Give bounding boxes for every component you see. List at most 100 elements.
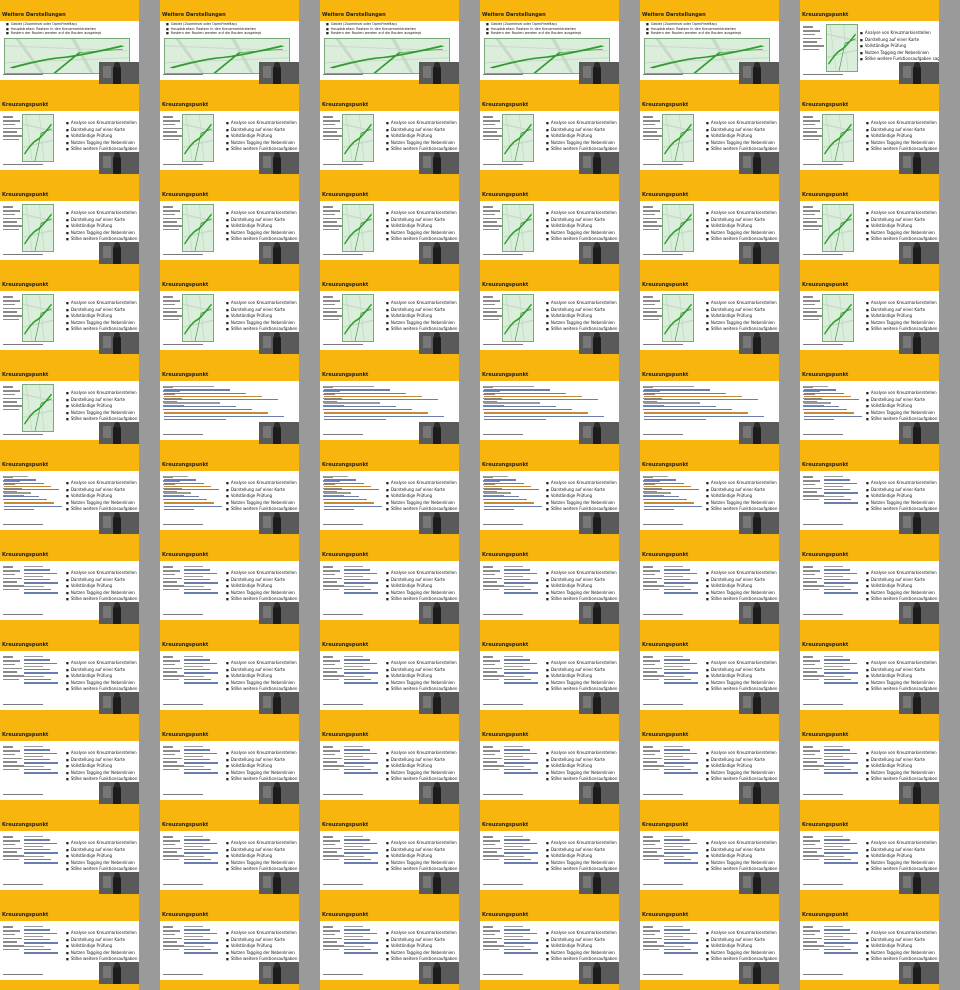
thumbnail[interactable]: Kreuzungspunkt Analyse von Kreuzmarkierst…: [0, 720, 139, 810]
thumbnail[interactable]: Kreuzungspunkt Analyse von Kreuzmarkierst…: [0, 90, 139, 180]
background-object: [903, 66, 911, 78]
thumbnail[interactable]: Kreuzungspunkt Analyse von Kreuzmarkierst…: [640, 540, 779, 630]
thumbnail[interactable]: Kreuzungspunkt Analyse von Kreuzmarkierst…: [640, 630, 779, 720]
thumbnail[interactable]: Kreuzungspunkt Analyse von Kreuzmarkierst…: [320, 180, 459, 270]
sidebar-notes: [323, 654, 345, 683]
thumbnail[interactable]: Kreuzungspunkt Analyse von Kreuzmarkierst…: [480, 90, 619, 180]
thumbnail[interactable]: Kreuzungspunkt Analyse von Kreuzmarkierst…: [160, 540, 299, 630]
thumbnail[interactable]: Kreuzungspunkt Analyse von Kreuzmarkierst…: [0, 180, 139, 270]
thumbnail[interactable]: Kreuzungspunkt: [160, 360, 299, 450]
thumbnail[interactable]: Weitere Darstellungen Gebiet (Zoomlevel o…: [480, 0, 619, 90]
thumbnail[interactable]: Kreuzungspunkt Analyse von Kreuzmarkierst…: [160, 900, 299, 990]
thumbnail[interactable]: Kreuzungspunkt Analyse von Kreuzmarkierst…: [480, 540, 619, 630]
thumbnail[interactable]: Kreuzungspunkt Analyse von Kreuzmarkierst…: [640, 450, 779, 540]
thumbnail[interactable]: Kreuzungspunkt Analyse von Kreuzmarkierst…: [160, 90, 299, 180]
thumbnail[interactable]: Kreuzungspunkt Analyse von Kreuzmarkierst…: [480, 900, 619, 990]
thumbnail[interactable]: Weitere Darstellungen Gebiet (Zoomlevel o…: [0, 0, 139, 90]
thumbnail[interactable]: Kreuzungspunkt Analyse von Kreuzmarkierst…: [800, 720, 939, 810]
bullet-item: Vollständige Prüfung: [706, 673, 779, 680]
thumbnail[interactable]: Kreuzungspunkt Analyse von Kreuzmarkierst…: [0, 360, 139, 450]
thumbnail[interactable]: Kreuzungspunkt Analyse von Kreuzmarkierst…: [800, 450, 939, 540]
thumbnail[interactable]: Kreuzungspunkt Analyse von Kreuzmarkierst…: [320, 900, 459, 990]
thumbnail[interactable]: Kreuzungspunkt Analyse von Kreuzmarkierst…: [160, 180, 299, 270]
bullet-item: Darstellung auf einer Karte: [546, 487, 619, 494]
bullet-item: Darstellung auf einer Karte: [66, 487, 139, 494]
thumbnail[interactable]: Kreuzungspunkt Analyse von Kreuzmarkierst…: [800, 270, 939, 360]
thumbnail[interactable]: Kreuzungspunkt Analyse von Kreuzmarkierst…: [320, 720, 459, 810]
thumbnail[interactable]: Kreuzungspunkt Analyse von Kreuzmarkierst…: [640, 720, 779, 810]
thumbnail[interactable]: Kreuzungspunkt Analyse von Kreuzmarkierst…: [160, 720, 299, 810]
thumbnail[interactable]: Kreuzungspunkt Analyse von Kreuzmarkierst…: [640, 900, 779, 990]
thumbnail[interactable]: Kreuzungspunkt Analyse von Kreuzmarkierst…: [0, 540, 139, 630]
speaker-camera: [99, 782, 139, 804]
column-separator: [139, 0, 160, 990]
thumbnail[interactable]: Kreuzungspunkt Analyse von Kreuzmarkierst…: [0, 450, 139, 540]
thumbnail[interactable]: Kreuzungspunkt Analyse von Kreuzmarkierst…: [0, 900, 139, 990]
bullet-item: Darstellung auf einer Karte: [866, 127, 939, 134]
bullet-item: Nutzen Tagging der Nebenlinien: [386, 590, 459, 597]
thumbnail[interactable]: Kreuzungspunkt Analyse von Kreuzmarkierst…: [480, 810, 619, 900]
thumbnail[interactable]: Kreuzungspunkt Analyse von Kreuzmarkierst…: [160, 270, 299, 360]
bullet-item: Darstellung auf einer Karte: [706, 937, 779, 944]
thumbnail[interactable]: Weitere Darstellungen Gebiet (Zoomlevel o…: [640, 0, 779, 90]
sidebar-notes: [163, 924, 185, 953]
column-separator: [779, 0, 800, 990]
thumbnail[interactable]: Kreuzungspunkt Analyse von Kreuzmarkierst…: [480, 270, 619, 360]
thumbnail[interactable]: Weitere Darstellungen Gebiet (Zoomlevel o…: [320, 0, 459, 90]
thumbnail[interactable]: Kreuzungspunkt Analyse von Kreuzmarkierst…: [0, 630, 139, 720]
thumbnail[interactable]: Kreuzungspunkt Analyse von Kreuzmarkierst…: [800, 900, 939, 990]
speaker-camera: [99, 512, 139, 534]
bullet-item: Vollständige Prüfung: [860, 43, 939, 50]
thumbnail[interactable]: Kreuzungspunkt Analyse von Kreuzmarkierst…: [640, 810, 779, 900]
thumbnail[interactable]: Kreuzungspunkt Analyse von Kreuzmarkierst…: [480, 450, 619, 540]
thumbnail[interactable]: Kreuzungspunkt Analyse von Kreuzmarkierst…: [480, 180, 619, 270]
slide-title: Kreuzungspunkt: [482, 282, 529, 288]
bullet-item: Vollständige Prüfung: [706, 313, 779, 320]
code-listing: [184, 654, 226, 686]
thumbnail[interactable]: Kreuzungspunkt Analyse von Kreuzmarkierst…: [320, 540, 459, 630]
slide-caption: [803, 524, 843, 526]
thumbnail[interactable]: Kreuzungspunkt Analyse von Kreuzmarkierst…: [320, 90, 459, 180]
bullet-item: Darstellung auf einer Karte: [226, 487, 299, 494]
slide-title: Kreuzungspunkt: [642, 372, 689, 378]
thumbnail[interactable]: Kreuzungspunkt Analyse von Kreuzmarkierst…: [800, 180, 939, 270]
slide-caption: [643, 974, 683, 976]
thumbnail[interactable]: Weitere Darstellungen Gebiet (Zoomlevel o…: [160, 0, 299, 90]
thumbnail[interactable]: Kreuzungspunkt: [480, 360, 619, 450]
bullet-item: Nutzen Tagging der Nebenlinien: [226, 320, 299, 327]
thumbnail[interactable]: Kreuzungspunkt Analyse von Kreuzmarkierst…: [800, 360, 939, 450]
thumbnail[interactable]: Kreuzungspunkt Analyse von Kreuzmarkierst…: [160, 630, 299, 720]
bullet-list: Analyse von KreuzmarkierstellenDarstellu…: [546, 120, 619, 153]
speaker-camera: [739, 602, 779, 624]
thumbnail[interactable]: Kreuzungspunkt Analyse von Kreuzmarkierst…: [320, 810, 459, 900]
thumbnail[interactable]: Kreuzungspunkt Analyse von Kreuzmarkierst…: [800, 0, 939, 90]
background-object: [103, 966, 111, 978]
thumbnail[interactable]: Kreuzungspunkt Analyse von Kreuzmarkierst…: [160, 450, 299, 540]
thumbnail[interactable]: Kreuzungspunkt: [320, 360, 459, 450]
thumbnail[interactable]: Kreuzungspunkt Analyse von Kreuzmarkierst…: [0, 270, 139, 360]
thumbnail[interactable]: Kreuzungspunkt Analyse von Kreuzmarkierst…: [0, 810, 139, 900]
thumbnail[interactable]: Kreuzungspunkt Analyse von Kreuzmarkierst…: [160, 810, 299, 900]
slide-caption: [483, 74, 523, 76]
thumbnail[interactable]: Kreuzungspunkt Analyse von Kreuzmarkierst…: [800, 630, 939, 720]
thumbnail[interactable]: Kreuzungspunkt Analyse von Kreuzmarkierst…: [640, 90, 779, 180]
thumbnail[interactable]: Kreuzungspunkt Analyse von Kreuzmarkierst…: [640, 270, 779, 360]
thumbnail[interactable]: Kreuzungspunkt Analyse von Kreuzmarkierst…: [480, 630, 619, 720]
speaker-camera: [99, 62, 139, 84]
thumbnail[interactable]: Kreuzungspunkt Analyse von Kreuzmarkierst…: [480, 720, 619, 810]
bullet-item: Vollständige Prüfung: [386, 673, 459, 680]
thumbnail[interactable]: Kreuzungspunkt Analyse von Kreuzmarkierst…: [800, 540, 939, 630]
thumbnail[interactable]: Kreuzungspunkt Analyse von Kreuzmarkierst…: [640, 180, 779, 270]
slide-title: Kreuzungspunkt: [2, 282, 49, 288]
bullet-item: Vollständige Prüfung: [66, 763, 139, 770]
slide-title: Kreuzungspunkt: [162, 462, 209, 468]
thumbnail[interactable]: Kreuzungspunkt Analyse von Kreuzmarkierst…: [800, 810, 939, 900]
thumbnail[interactable]: Kreuzungspunkt Analyse von Kreuzmarkierst…: [320, 630, 459, 720]
thumbnail[interactable]: Kreuzungspunkt Analyse von Kreuzmarkierst…: [320, 450, 459, 540]
background-object: [263, 336, 271, 348]
thumbnail[interactable]: Kreuzungspunkt Analyse von Kreuzmarkierst…: [800, 90, 939, 180]
bullet-item: Analyse von Kreuzmarkierstellen: [706, 660, 779, 667]
thumbnail[interactable]: Kreuzungspunkt Analyse von Kreuzmarkierst…: [320, 270, 459, 360]
background-object: [103, 606, 111, 618]
thumbnail[interactable]: Kreuzungspunkt: [640, 360, 779, 450]
